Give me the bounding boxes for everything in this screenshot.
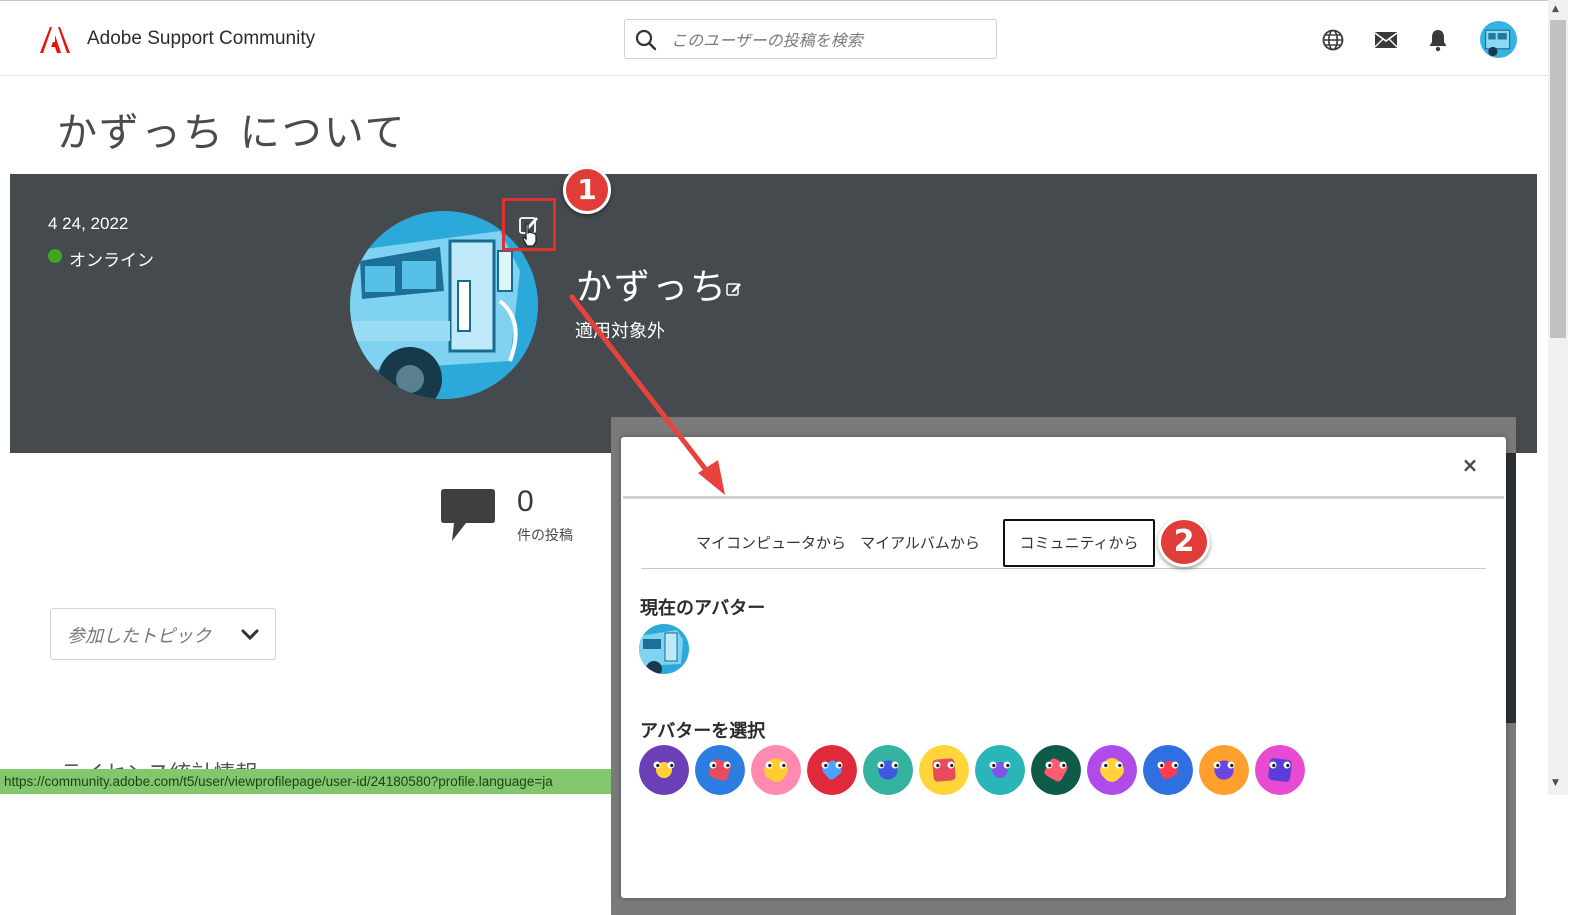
chevron-down-icon [241, 629, 259, 641]
select-avatar-heading: アバターを選択 [640, 721, 766, 742]
annotation-badge-1: 1 [563, 166, 611, 214]
page-title: かずっち について [57, 110, 407, 156]
topics-dropdown[interactable]: 参加したトピック [50, 608, 276, 660]
online-status-dot [48, 249, 62, 263]
current-avatar-heading: 現在のアバター [640, 598, 766, 619]
topics-dropdown-label: 参加したトピック [67, 626, 211, 647]
avatar-modal: × マイコンピュータから マイアルバムから コミュニティから 2 現在のアバター… [621, 437, 1506, 898]
comment-icon [441, 489, 495, 541]
user-avatar[interactable] [1480, 21, 1517, 58]
top-header: Adobe Support Community [0, 0, 1548, 76]
macaron-avatar-icon[interactable] [751, 745, 801, 795]
pencil-avatar-icon[interactable] [1087, 745, 1137, 795]
cursor-avatar-icon[interactable] [1199, 745, 1249, 795]
mail-icon[interactable] [1374, 28, 1398, 52]
scissors-avatar-icon[interactable] [1143, 745, 1193, 795]
rainbow-brush-avatar-icon[interactable] [919, 745, 969, 795]
post-count: 0 [517, 485, 534, 518]
avatar-choice-list [639, 745, 1305, 797]
app-title[interactable]: Adobe Support Community [87, 28, 315, 50]
modal-header-divider [623, 496, 1504, 499]
robot-face-avatar-icon[interactable] [695, 745, 745, 795]
search-box[interactable] [624, 19, 997, 59]
annotation-arrow [569, 294, 725, 495]
scrollbar-thumb[interactable] [1550, 20, 1566, 338]
tab-community[interactable]: コミュニティから [1003, 519, 1155, 567]
modal-backdrop-edge [1505, 453, 1516, 723]
stamp-avatar-icon[interactable] [639, 745, 689, 795]
annotation-highlight-box [502, 198, 556, 251]
tabs-divider [641, 568, 1486, 569]
paint-bucket-avatar-icon[interactable] [975, 745, 1025, 795]
pen-nib-avatar-icon[interactable] [1031, 745, 1081, 795]
search-input[interactable] [669, 26, 983, 54]
tab-my-album[interactable]: マイアルバムから [847, 519, 993, 567]
bell-icon[interactable] [1426, 28, 1450, 52]
magnifier-doc-avatar-icon[interactable] [1255, 745, 1305, 795]
annotation-badge-2: 2 [1158, 517, 1210, 567]
scroll-up-arrow-icon[interactable]: ▲ [1552, 4, 1559, 14]
post-count-label: 件の投稿 [517, 528, 573, 544]
online-status-label: オンライン [69, 251, 154, 271]
search-icon[interactable] [635, 29, 657, 51]
status-bar-url: https://community.adobe.com/t5/user/view… [0, 769, 612, 794]
globe-icon[interactable] [1321, 28, 1345, 52]
adobe-logo-icon[interactable] [40, 27, 70, 53]
profile-banner [10, 174, 1537, 453]
scroll-down-arrow-icon[interactable]: ▼ [1552, 778, 1559, 788]
join-date: 4 24, 2022 [48, 214, 129, 233]
current-avatar-image [639, 624, 689, 674]
license-stats-heading: ライセンス統計情報 [60, 756, 380, 770]
layers-avatar-icon[interactable] [863, 745, 913, 795]
octopus-avatar-icon[interactable] [807, 745, 857, 795]
close-icon[interactable]: × [1460, 455, 1480, 475]
